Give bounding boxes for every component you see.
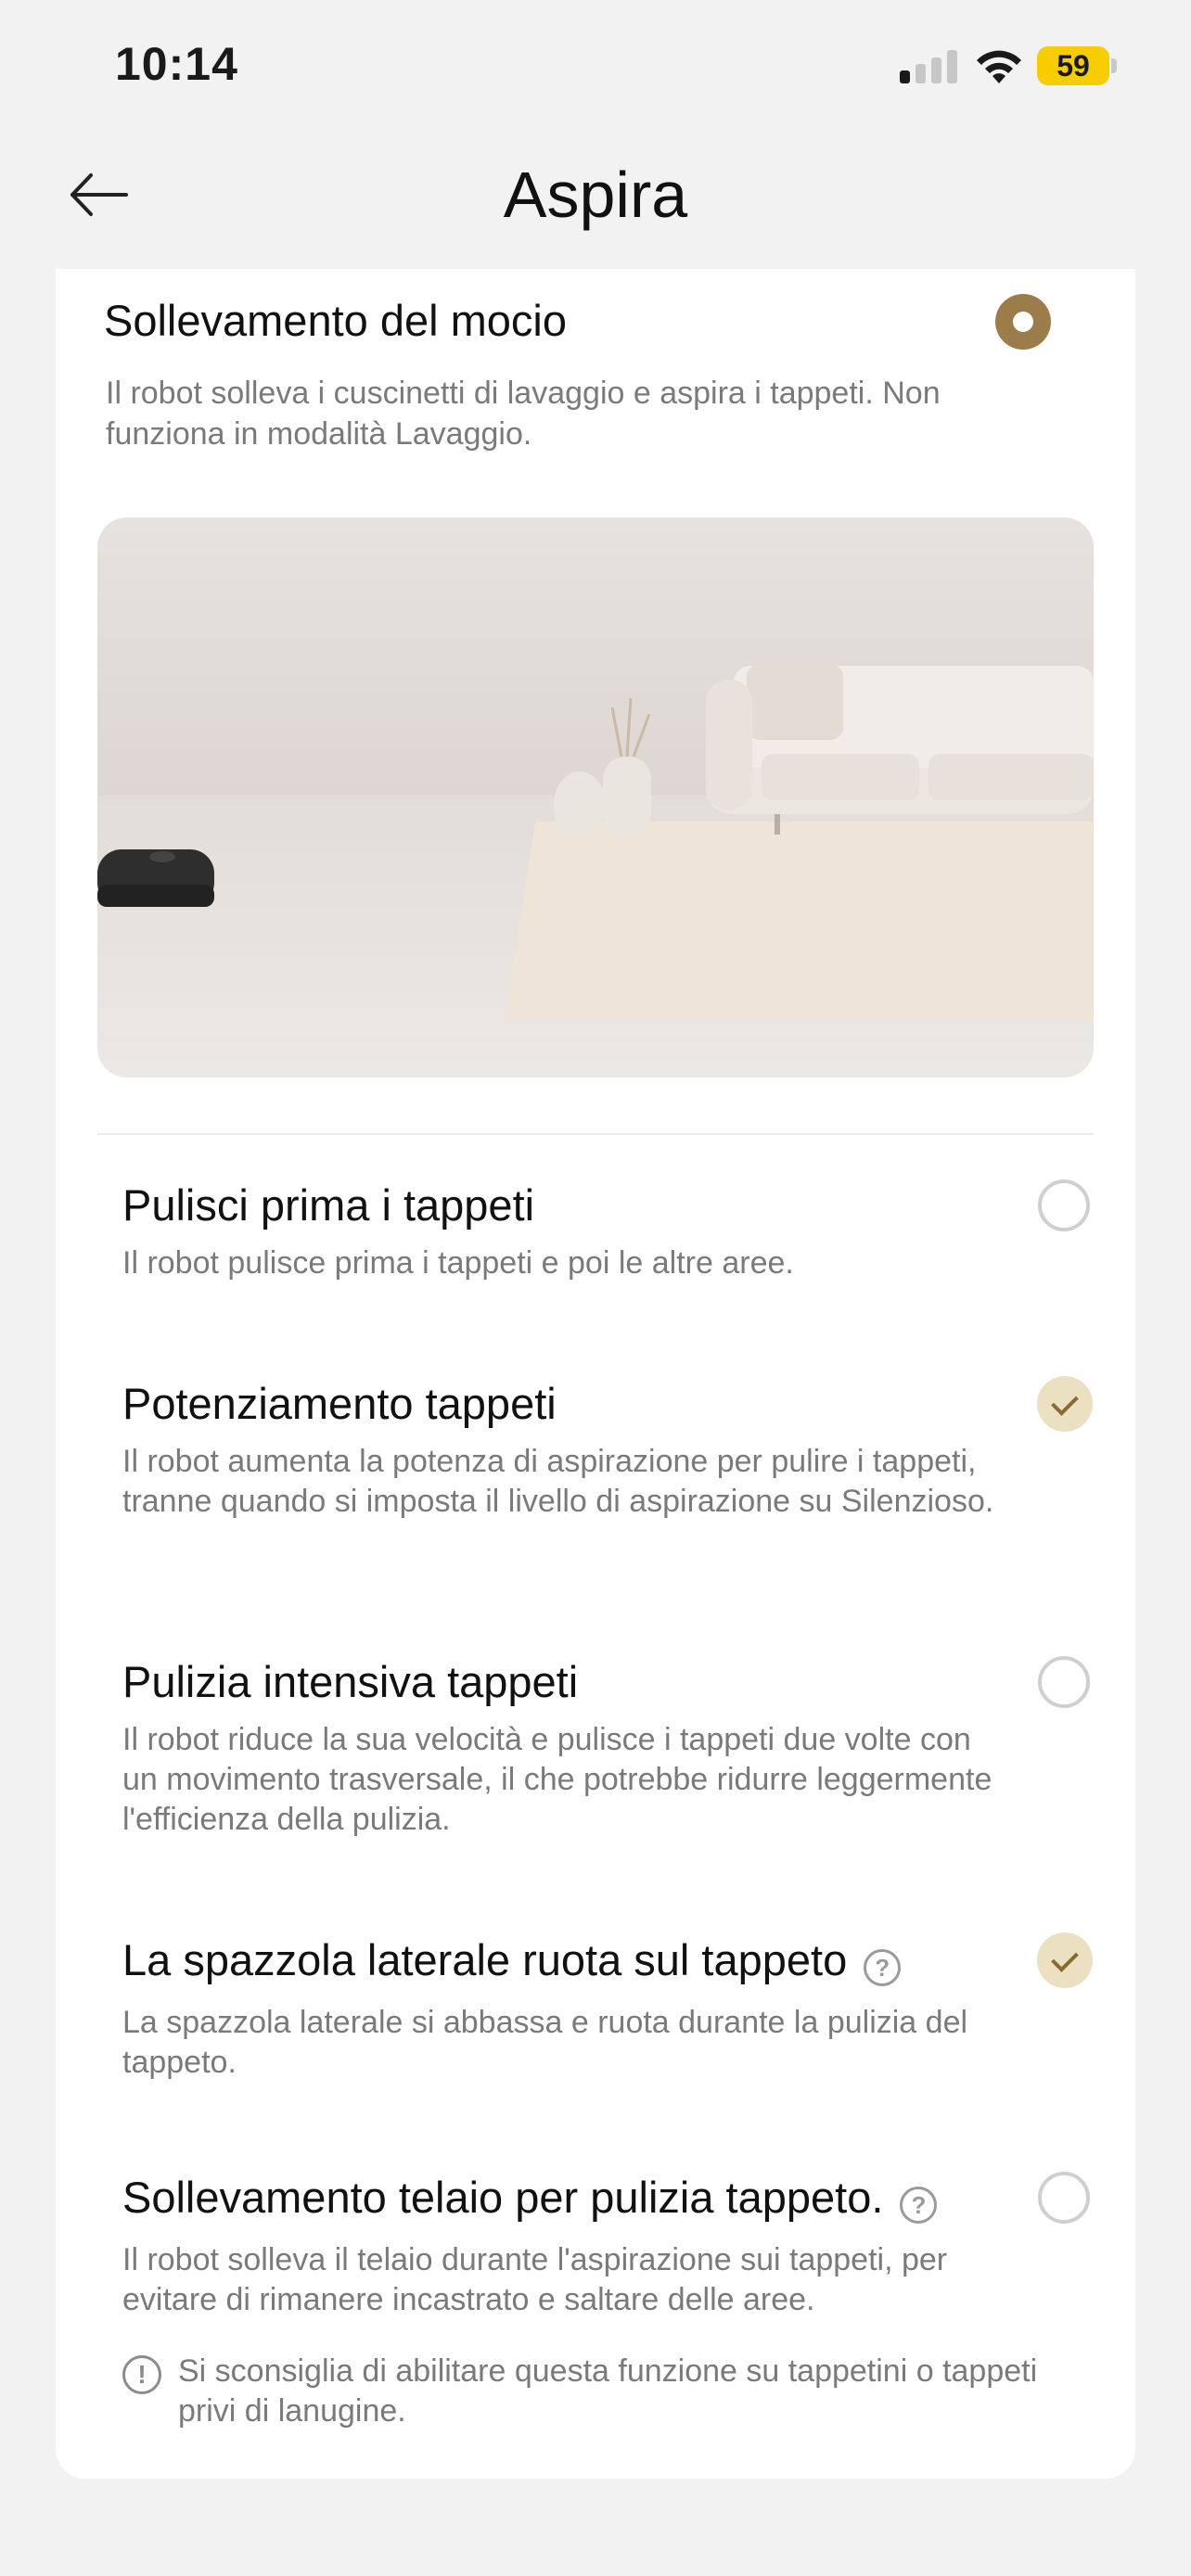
help-icon[interactable]: ? bbox=[864, 1948, 902, 1986]
signal-icon bbox=[900, 50, 957, 83]
option-description: La spazzola laterale si abbassa e ruota … bbox=[122, 2004, 968, 2080]
chassis-lift-toggle[interactable] bbox=[1038, 2172, 1090, 2224]
mop-lift-radio[interactable] bbox=[995, 294, 1051, 350]
option-description: Il robot riduce la sua velocità e pulisc… bbox=[122, 1722, 992, 1837]
option-description: Il robot solleva il telaio durante l'asp… bbox=[122, 2241, 948, 2317]
exclamation-circle-icon: ! bbox=[122, 2355, 161, 2394]
option-title: Potenziamento tappeti bbox=[122, 1379, 557, 1428]
carpet-first-toggle[interactable] bbox=[1038, 1180, 1090, 1231]
battery-tip bbox=[1111, 58, 1117, 73]
option-description: Il robot pulisce prima i tappeti e poi l… bbox=[122, 1245, 794, 1281]
option-title: Sollevamento telaio per pulizia tappeto. bbox=[122, 2173, 884, 2222]
side-brush-toggle[interactable] bbox=[1037, 1932, 1093, 1988]
status-bar: 10:14 59 bbox=[0, 0, 1191, 134]
battery-icon: 59 bbox=[1037, 46, 1109, 85]
option-carpet-first: Pulisci prima i tappeti Il robot pulisce… bbox=[122, 1180, 1106, 1283]
status-time: 10:14 bbox=[115, 38, 238, 90]
option-side-brush: La spazzola laterale ruota sul tappeto? … bbox=[122, 1934, 1106, 2083]
page-title: Aspira bbox=[503, 159, 688, 231]
intensive-carpet-toggle[interactable] bbox=[1038, 1656, 1090, 1708]
warning-text: Si sconsiglia di abilitare questa funzio… bbox=[178, 2353, 1038, 2429]
mop-lift-description: Il robot solleva i cuscinetti di lavaggi… bbox=[106, 376, 941, 452]
option-title: La spazzola laterale ruota sul tappeto bbox=[122, 1935, 848, 1984]
option-intensive-carpet: Pulizia intensiva tappeti Il robot riduc… bbox=[122, 1656, 1106, 1840]
option-chassis-lift: Sollevamento telaio per pulizia tappeto.… bbox=[122, 2172, 1106, 2320]
mop-lift-title: Sollevamento del mocio bbox=[104, 296, 567, 345]
living-room-illustration bbox=[97, 517, 1094, 1078]
settings-card: Sollevamento del mocio Il robot solleva … bbox=[56, 269, 1135, 2479]
help-icon[interactable]: ? bbox=[900, 2186, 938, 2224]
section-divider bbox=[97, 1133, 1094, 1135]
option-carpet-boost: Potenziamento tappeti Il robot aumenta l… bbox=[122, 1378, 1106, 1522]
option-title: Pulizia intensiva tappeti bbox=[122, 1657, 579, 1706]
option-description: Il robot aumenta la potenza di aspirazio… bbox=[122, 1444, 994, 1519]
option-title: Pulisci prima i tappeti bbox=[122, 1180, 535, 1230]
wifi-icon bbox=[977, 50, 1021, 83]
carpet-boost-toggle[interactable] bbox=[1037, 1376, 1093, 1432]
battery-level: 59 bbox=[1057, 49, 1090, 83]
